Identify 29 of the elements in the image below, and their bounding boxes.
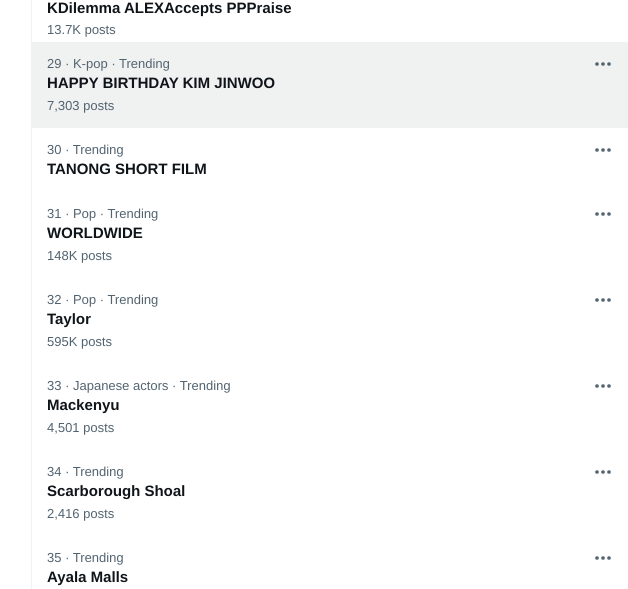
trend-context: 29 · K-pop · Trending	[47, 55, 171, 73]
trend-context: 31 · Pop · Trending	[47, 205, 158, 223]
more-options-icon[interactable]	[595, 298, 611, 302]
more-options-icon[interactable]	[595, 384, 611, 388]
trend-title: Ayala Malls	[47, 568, 128, 588]
post-count: 7,303 posts	[47, 97, 116, 115]
post-count: 2,416 posts	[47, 505, 116, 523]
trend-title: KDilemma ALEXAccepts PPPraise	[47, 0, 292, 18]
more-options-icon[interactable]	[595, 470, 611, 474]
trend-context: 32 · Pop · Trending	[47, 291, 158, 309]
trend-context: 34 · Trending	[47, 463, 125, 481]
trend-item[interactable]: 29 · K-pop · Trending HAPPY BIRTHDAY KIM JINWOO 7,303 posts	[32, 42, 628, 128]
trend-title: TANONG SHORT FILM	[47, 160, 207, 180]
more-options-icon[interactable]	[595, 556, 611, 560]
trend-title: WORLDWIDE	[47, 224, 144, 244]
trend-context: 33 · Japanese actors · Trending	[47, 377, 231, 395]
trend-title: Scarborough Shoal	[47, 482, 186, 502]
trend-context: 35 · Trending	[47, 549, 125, 567]
post-count: 13.7K posts	[47, 21, 117, 39]
more-options-icon[interactable]	[595, 212, 611, 216]
trend-context: 30 · Trending	[47, 141, 125, 159]
more-options-icon[interactable]	[595, 148, 611, 152]
more-options-icon[interactable]	[595, 62, 611, 66]
post-count: 595K posts	[47, 333, 114, 351]
trend-title: HAPPY BIRTHDAY KIM JINWOO	[47, 74, 276, 94]
post-count: 4,501 posts	[47, 419, 116, 437]
post-count: 148K posts	[47, 247, 114, 265]
trend-title: Mackenyu	[47, 396, 121, 416]
trend-title: Taylor	[47, 310, 92, 330]
